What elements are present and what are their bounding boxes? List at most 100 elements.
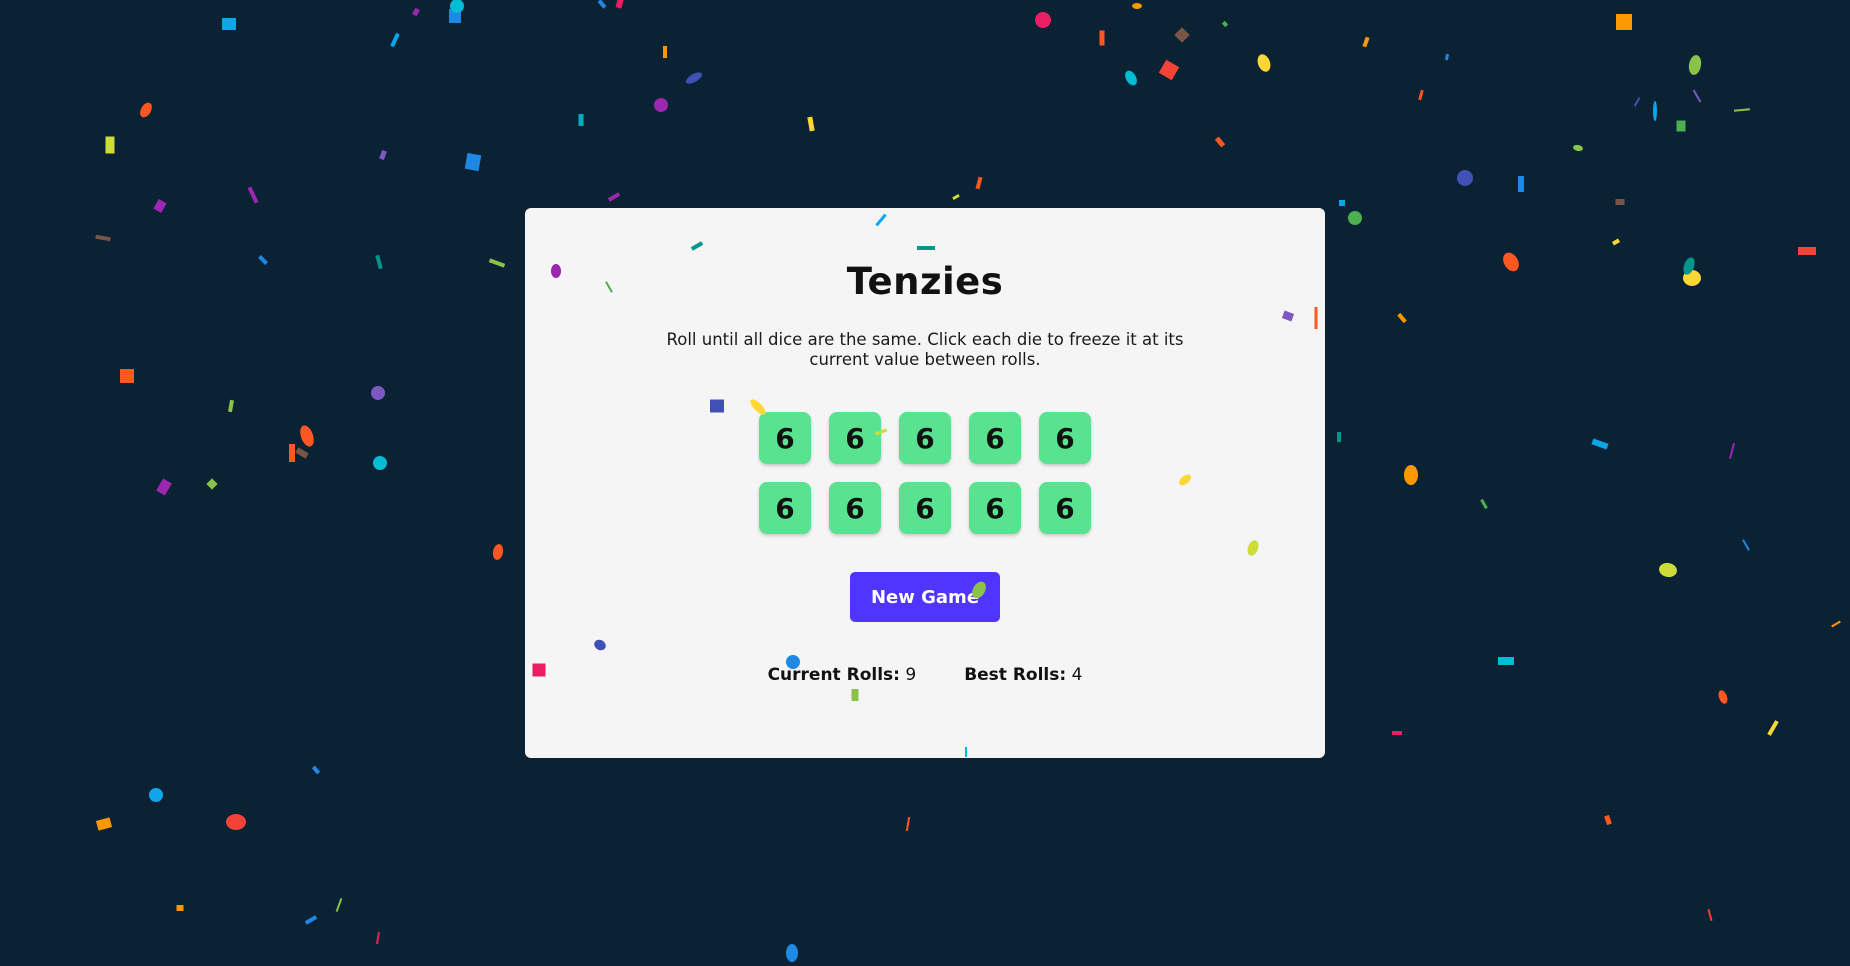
confetti-piece [295,447,309,459]
confetti-piece [258,255,268,265]
game-title: Tenzies [846,260,1004,303]
confetti-piece [1659,562,1677,578]
best-rolls-label: Best Rolls: [964,665,1067,685]
confetti-piece [1174,27,1190,43]
die-8[interactable]: 6 [899,482,951,534]
confetti-piece [1604,814,1612,826]
game-instructions: Roll until all dice are the same. Click … [666,330,1184,369]
confetti-piece [1633,97,1641,107]
confetti-piece [311,765,321,775]
confetti-piece [1688,55,1702,75]
confetti-piece [304,915,318,925]
confetti-piece [1615,199,1625,205]
confetti-piece [607,192,621,202]
confetti-piece [1692,89,1702,103]
die-3[interactable]: 6 [899,412,951,464]
confetti-piece [1445,53,1449,61]
confetti-piece [120,369,134,383]
confetti-piece [488,258,506,268]
confetti-piece [1337,432,1341,442]
die-4[interactable]: 6 [969,412,1021,464]
confetti-piece [1132,3,1142,9]
confetti-piece [615,0,625,9]
confetti-piece [95,817,113,831]
confetti-piece [412,7,420,17]
confetti-piece [1480,498,1488,510]
current-rolls-label: Current Rolls: [767,665,900,685]
die-6[interactable]: 6 [759,482,811,534]
confetti-piece [1099,30,1105,46]
confetti-piece [289,444,295,462]
roll-stats: Current Rolls: 9 Best Rolls: 4 [525,665,1325,685]
confetti-piece [807,116,815,132]
confetti-piece [1404,465,1418,485]
confetti-piece [1676,120,1686,132]
confetti-piece [1518,176,1524,192]
confetti-piece [1362,36,1370,48]
confetti-piece [952,193,960,201]
confetti-piece [905,816,911,832]
confetti-piece [156,478,172,496]
confetti-piece [149,788,163,802]
game-card: Tenzies Roll until all dice are the same… [525,208,1325,758]
confetti-piece [1392,731,1402,735]
confetti-piece [300,425,314,447]
confetti-piece [335,898,343,912]
confetti-piece [1616,14,1632,30]
confetti-piece [1397,312,1407,324]
confetti-piece [1683,270,1701,286]
confetti-piece [1125,70,1137,86]
confetti-piece [1221,20,1229,28]
confetti-piece [1348,211,1362,225]
die-5[interactable]: 6 [1039,412,1091,464]
confetti-piece [1831,620,1841,628]
confetti-piece [1767,720,1779,736]
confetti-piece [464,152,482,172]
die-9[interactable]: 6 [969,482,1021,534]
best-rolls-stat: Best Rolls: 4 [964,665,1082,685]
confetti-piece [654,98,668,112]
confetti-piece [786,944,798,962]
current-rolls-value: 9 [905,665,917,685]
confetti-piece [1498,657,1514,665]
confetti-piece [450,0,464,13]
confetti-piece [597,0,607,9]
confetti-piece [1214,136,1226,148]
confetti-piece [685,72,703,84]
confetti-piece [578,114,584,126]
confetti-piece [1718,690,1728,704]
confetti-piece [1733,108,1751,112]
confetti-piece [247,186,259,204]
confetti-piece [375,931,381,945]
confetti-piece [1158,59,1180,81]
confetti-piece [1457,170,1473,186]
confetti-piece [1611,238,1621,246]
die-10[interactable]: 6 [1039,482,1091,534]
confetti-piece [1653,101,1657,121]
current-rolls-stat: Current Rolls: 9 [768,665,917,685]
die-7[interactable]: 6 [829,482,881,534]
dice-grid: 6 6 6 6 6 6 6 6 6 6 [759,412,1091,534]
confetti-piece [1742,539,1750,551]
confetti-piece [1257,54,1271,72]
confetti-piece [206,478,218,490]
confetti-piece [1798,247,1816,255]
confetti-piece [226,814,246,830]
die-1[interactable]: 6 [759,412,811,464]
die-2[interactable]: 6 [829,412,881,464]
confetti-piece [176,905,184,911]
confetti-piece [379,149,387,161]
confetti-piece [1728,443,1736,459]
confetti-piece [95,234,111,242]
confetti-piece [390,32,400,48]
confetti-piece [975,176,983,190]
confetti-piece [663,46,667,58]
confetti-piece [1707,908,1713,922]
confetti-piece [1339,200,1345,206]
confetti-piece [492,544,504,560]
best-rolls-value: 4 [1071,665,1083,685]
confetti-piece [449,9,461,23]
confetti-piece [105,136,115,154]
new-game-button[interactable]: New Game [850,572,1000,622]
confetti-piece [373,456,387,470]
